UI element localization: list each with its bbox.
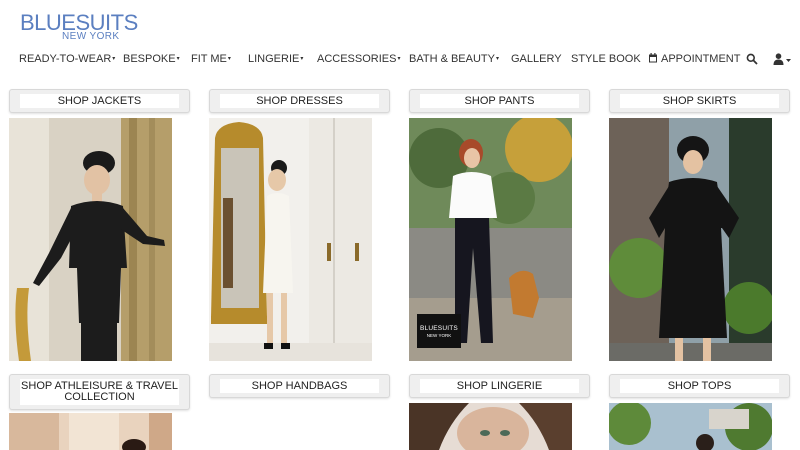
nav-label: LINGERIE [248, 53, 300, 65]
category-label: SHOP TOPS [620, 379, 779, 393]
nav-label: GALLERY [511, 53, 562, 65]
caret-down-icon: ▾ [397, 56, 401, 62]
search-icon[interactable] [746, 52, 758, 70]
category-lingerie-button[interactable]: SHOP LINGERIE [409, 374, 590, 398]
pants-photo[interactable]: BLUESUITS NEW YORK [409, 118, 572, 361]
category-jackets-button[interactable]: SHOP JACKETS [9, 89, 190, 113]
nav-appointment[interactable]: APPOINTMENT [648, 53, 740, 65]
nav-label: BATH & BEAUTY [409, 53, 495, 65]
nav-label: ACCESSORIES [317, 53, 397, 65]
nav-label: READY-TO-WEAR [19, 53, 112, 65]
category-label: SHOP SKIRTS [620, 94, 779, 108]
photo-brand-badge: BLUESUITS NEW YORK [417, 314, 461, 348]
nav-label: STYLE BOOK [571, 53, 641, 65]
category-label: SHOP ATHLEISURE & TRAVEL COLLECTION [20, 379, 179, 405]
category-label: SHOP HANDBAGS [220, 379, 379, 393]
skirts-photo[interactable] [609, 118, 772, 361]
category-label: SHOP JACKETS [20, 94, 179, 108]
nav-fit-me[interactable]: FIT ME▾ [191, 53, 231, 65]
nav-label: APPOINTMENT [661, 53, 741, 65]
calendar-icon [649, 53, 657, 63]
nav-label: BESPOKE [123, 53, 176, 65]
nav-accessories[interactable]: ACCESSORIES▾ [317, 53, 400, 65]
category-label: SHOP DRESSES [220, 94, 379, 108]
category-handbags-button[interactable]: SHOP HANDBAGS [209, 374, 390, 398]
nav-ready-to-wear[interactable]: READY-TO-WEAR▾ [19, 53, 115, 65]
nav-gallery[interactable]: GALLERY [511, 53, 562, 65]
caret-down-icon: ▾ [227, 56, 231, 62]
caret-down-icon: ▾ [495, 56, 499, 62]
site-logo[interactable]: BLUESUITS NEW YORK [20, 10, 138, 44]
category-tops-button[interactable]: SHOP TOPS [609, 374, 790, 398]
caret-down-icon: ▾ [112, 56, 116, 62]
user-icon[interactable] [773, 52, 793, 70]
nav-bath-beauty[interactable]: BATH & BEAUTY▾ [409, 53, 499, 65]
caret-down-icon: ▾ [300, 56, 304, 62]
nav-lingerie[interactable]: LINGERIE▾ [248, 53, 303, 65]
badge-city: NEW YORK [426, 332, 452, 338]
logo-city: NEW YORK [62, 31, 120, 42]
category-skirts-button[interactable]: SHOP SKIRTS [609, 89, 790, 113]
category-label: SHOP LINGERIE [420, 379, 579, 393]
lingerie-photo[interactable] [409, 403, 572, 450]
category-dresses-button[interactable]: SHOP DRESSES [209, 89, 390, 113]
main-nav: READY-TO-WEAR▾ BESPOKE▾ FIT ME▾ LINGERIE… [0, 50, 800, 70]
jackets-photo[interactable] [9, 118, 172, 361]
dresses-photo[interactable] [209, 118, 372, 361]
athleisure-photo[interactable] [9, 413, 172, 450]
category-pants-button[interactable]: SHOP PANTS [409, 89, 590, 113]
caret-down-icon: ▾ [176, 56, 180, 62]
nav-bespoke[interactable]: BESPOKE▾ [123, 53, 180, 65]
nav-style-book[interactable]: STYLE BOOK [571, 53, 641, 65]
nav-label: FIT ME [191, 53, 227, 65]
category-athleisure-button[interactable]: SHOP ATHLEISURE & TRAVEL COLLECTION [9, 374, 190, 410]
badge-brand: BLUESUITS [420, 324, 458, 332]
category-label: SHOP PANTS [420, 94, 579, 108]
tops-photo[interactable] [609, 403, 772, 450]
